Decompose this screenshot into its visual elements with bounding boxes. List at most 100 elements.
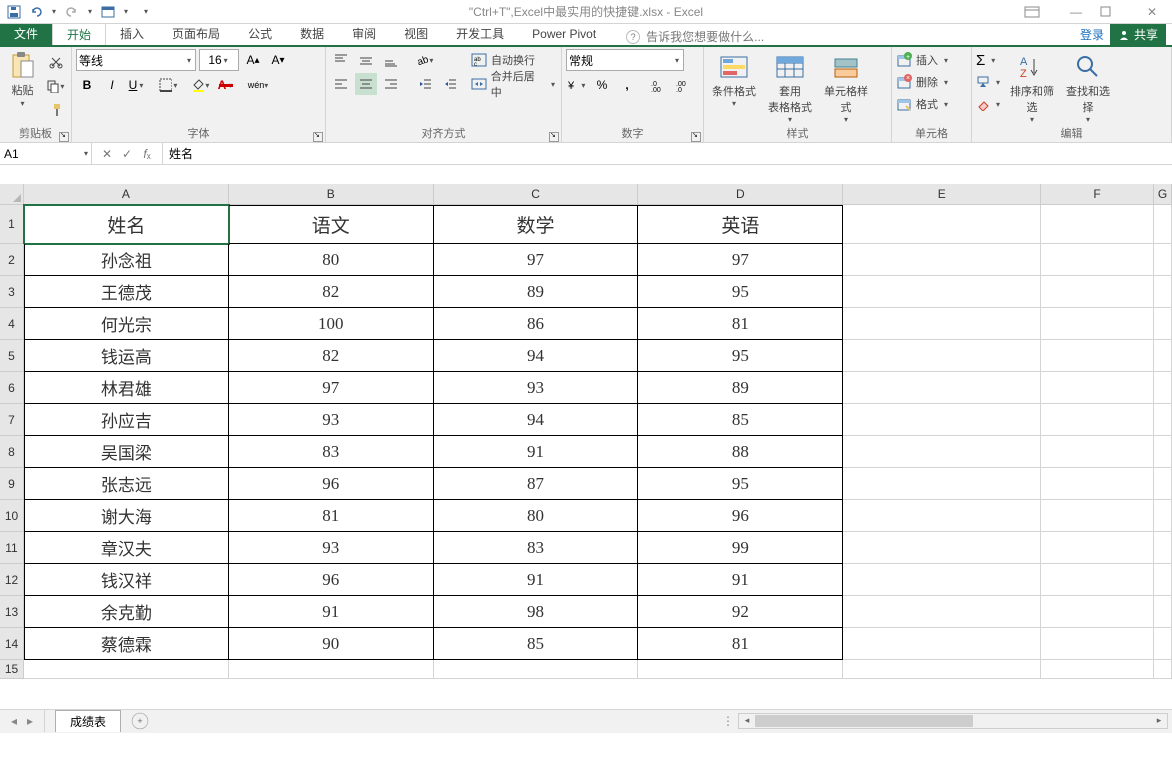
align-top-button[interactable] bbox=[330, 49, 352, 71]
name-box[interactable]: ▾ bbox=[0, 143, 92, 165]
cell-styles-button[interactable]: 单元格样式▾ bbox=[820, 49, 872, 126]
merge-center-button[interactable]: 合并后居中 ▾ bbox=[471, 73, 557, 95]
format-painter-button[interactable] bbox=[45, 99, 67, 121]
close-button[interactable]: ✕ bbox=[1138, 5, 1166, 19]
row-header[interactable]: 14 bbox=[0, 628, 24, 660]
cell[interactable]: 81 bbox=[638, 308, 843, 340]
cell[interactable]: 吴国梁 bbox=[24, 436, 229, 468]
cell[interactable]: 蔡德霖 bbox=[24, 628, 229, 660]
paste-dropdown[interactable]: ▾ bbox=[19, 99, 27, 108]
cancel-entry-button[interactable]: ✕ bbox=[98, 147, 116, 161]
cell[interactable]: 97 bbox=[229, 372, 434, 404]
cell[interactable] bbox=[1154, 244, 1172, 276]
clipboard-launcher[interactable] bbox=[59, 132, 69, 142]
minimize-button[interactable]: — bbox=[1062, 5, 1090, 19]
select-all-corner[interactable] bbox=[0, 184, 24, 204]
row-header[interactable]: 3 bbox=[0, 276, 24, 308]
conditional-format-button[interactable]: 条件格式▾ bbox=[708, 49, 760, 110]
cell[interactable]: 95 bbox=[638, 340, 843, 372]
screenshot-icon[interactable] bbox=[100, 4, 116, 20]
column-header-C[interactable]: C bbox=[434, 184, 639, 204]
cell[interactable]: 81 bbox=[229, 500, 434, 532]
row-header[interactable]: 13 bbox=[0, 596, 24, 628]
cell[interactable] bbox=[843, 500, 1041, 532]
increase-font-button[interactable]: A▴ bbox=[242, 49, 264, 71]
tab-insert[interactable]: 插入 bbox=[106, 22, 158, 45]
cell[interactable] bbox=[843, 532, 1041, 564]
cell[interactable] bbox=[1154, 436, 1172, 468]
cell[interactable]: 83 bbox=[434, 532, 639, 564]
cell[interactable]: 94 bbox=[434, 404, 639, 436]
cell[interactable]: 姓名 bbox=[24, 205, 229, 244]
cell[interactable]: 89 bbox=[638, 372, 843, 404]
cell[interactable] bbox=[843, 244, 1041, 276]
cell[interactable]: 96 bbox=[229, 468, 434, 500]
cell[interactable]: 90 bbox=[229, 628, 434, 660]
cell[interactable] bbox=[843, 564, 1041, 596]
fill-button[interactable]: ▾ bbox=[976, 71, 1002, 93]
cell[interactable]: 94 bbox=[434, 340, 639, 372]
border-button[interactable]: ▾ bbox=[158, 74, 180, 96]
name-box-input[interactable] bbox=[4, 147, 74, 161]
table-format-button[interactable]: 套用 表格格式▾ bbox=[764, 49, 816, 126]
cell[interactable] bbox=[1041, 628, 1154, 660]
undo-dropdown[interactable]: ▾ bbox=[50, 7, 58, 16]
insert-function-button[interactable]: fₓ bbox=[138, 147, 156, 161]
cell[interactable] bbox=[1154, 372, 1172, 404]
cell[interactable]: 数学 bbox=[434, 205, 639, 244]
phonetic-button[interactable]: wén▾ bbox=[247, 74, 269, 96]
increase-decimal-button[interactable]: .0.00 bbox=[647, 74, 669, 96]
alignment-launcher[interactable] bbox=[549, 132, 559, 142]
cell[interactable]: 91 bbox=[434, 564, 639, 596]
cell[interactable]: 88 bbox=[638, 436, 843, 468]
cell[interactable]: 91 bbox=[434, 436, 639, 468]
cell[interactable] bbox=[843, 276, 1041, 308]
cell[interactable] bbox=[1154, 468, 1172, 500]
cell[interactable]: 91 bbox=[638, 564, 843, 596]
cell[interactable]: 98 bbox=[434, 596, 639, 628]
sheet-nav-prev[interactable]: ▸ bbox=[22, 714, 38, 728]
bold-button[interactable]: B bbox=[76, 74, 98, 96]
cell[interactable]: 85 bbox=[434, 628, 639, 660]
cell[interactable] bbox=[843, 308, 1041, 340]
cell[interactable] bbox=[24, 660, 229, 679]
italic-button[interactable]: I bbox=[101, 74, 123, 96]
cell[interactable] bbox=[638, 660, 843, 679]
font-size-select[interactable]: 16▾ bbox=[199, 49, 239, 71]
cell[interactable]: 86 bbox=[434, 308, 639, 340]
row-header[interactable]: 6 bbox=[0, 372, 24, 404]
align-left-button[interactable] bbox=[330, 73, 352, 95]
cell[interactable]: 95 bbox=[638, 276, 843, 308]
cell[interactable]: 张志远 bbox=[24, 468, 229, 500]
decrease-font-button[interactable]: A▾ bbox=[267, 49, 289, 71]
cell[interactable] bbox=[1041, 404, 1154, 436]
row-header[interactable]: 7 bbox=[0, 404, 24, 436]
column-header-G[interactable]: G bbox=[1154, 184, 1172, 204]
cell[interactable] bbox=[1154, 308, 1172, 340]
cell[interactable] bbox=[1154, 660, 1172, 679]
row-header[interactable]: 2 bbox=[0, 244, 24, 276]
cell[interactable] bbox=[843, 660, 1041, 679]
confirm-entry-button[interactable]: ✓ bbox=[118, 147, 136, 161]
tab-page-layout[interactable]: 页面布局 bbox=[158, 22, 234, 45]
cell[interactable]: 97 bbox=[434, 244, 639, 276]
row-header[interactable]: 12 bbox=[0, 564, 24, 596]
cell[interactable] bbox=[843, 596, 1041, 628]
cell[interactable] bbox=[1154, 628, 1172, 660]
tab-file[interactable]: 文件 bbox=[0, 22, 52, 45]
row-header[interactable]: 5 bbox=[0, 340, 24, 372]
font-color-button[interactable]: A▾ bbox=[215, 74, 237, 96]
clear-button[interactable]: ▾ bbox=[976, 93, 1002, 115]
redo-icon[interactable] bbox=[64, 4, 80, 20]
cell[interactable]: 80 bbox=[229, 244, 434, 276]
cell[interactable] bbox=[1154, 532, 1172, 564]
row-header[interactable]: 4 bbox=[0, 308, 24, 340]
font-name-select[interactable]: 等线▾ bbox=[76, 49, 196, 71]
column-header-B[interactable]: B bbox=[229, 184, 434, 204]
name-box-dropdown[interactable]: ▾ bbox=[84, 149, 88, 158]
autosum-button[interactable]: Σ▾ bbox=[976, 49, 1002, 71]
cell[interactable] bbox=[843, 205, 1041, 244]
cell[interactable] bbox=[1154, 276, 1172, 308]
row-header[interactable]: 10 bbox=[0, 500, 24, 532]
cell[interactable]: 95 bbox=[638, 468, 843, 500]
